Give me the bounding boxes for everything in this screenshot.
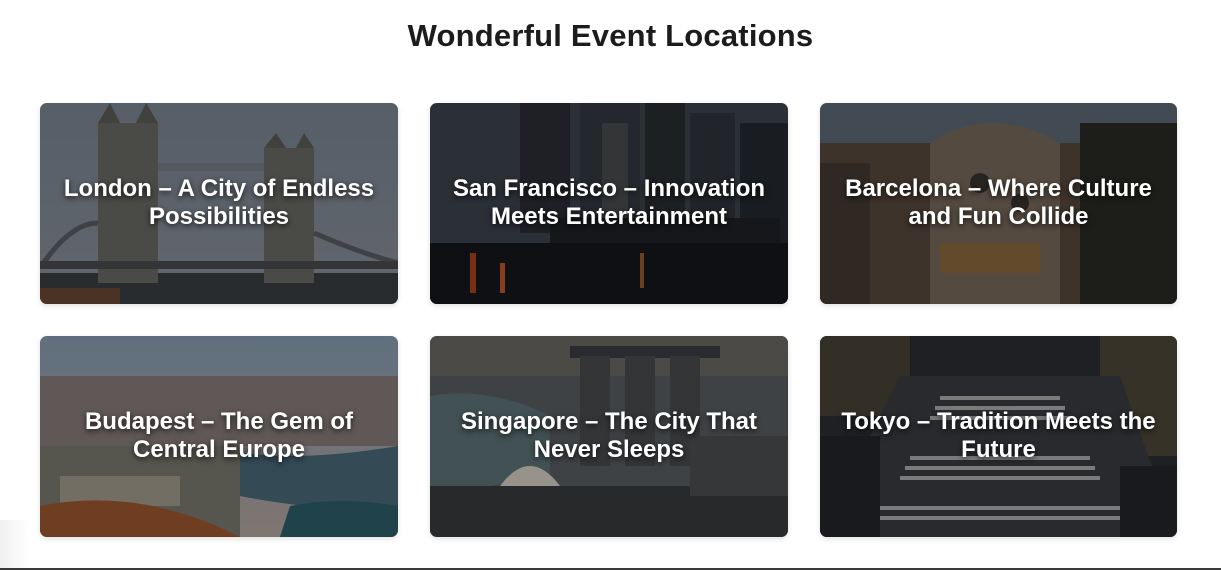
location-card-tokyo[interactable]: Tokyo – Tradition Meets the Future [820,336,1177,537]
location-card-singapore[interactable]: Singapore – The City That Never Sleeps [430,336,788,537]
section-title: Wonderful Event Locations [407,18,814,53]
location-title: Singapore – The City That Never Sleeps [460,408,758,463]
event-locations-page: Wonderful Event Locations London – A Cit… [0,0,1221,570]
location-card-barcelona[interactable]: Barcelona – Where Culture and Fun Collid… [820,103,1177,304]
location-title: Budapest – The Gem of Central Europe [84,408,354,463]
locations-grid: London – A City of Endless Possibilities [40,103,1177,537]
location-card-san-francisco[interactable]: San Francisco – Innovation Meets Enterta… [430,103,788,304]
location-title: London – A City of Endless Possibilities [63,175,375,230]
location-title: Barcelona – Where Culture and Fun Collid… [845,175,1152,230]
scroll-shadow [0,520,30,568]
location-card-london[interactable]: London – A City of Endless Possibilities [40,103,398,304]
location-title: San Francisco – Innovation Meets Enterta… [452,175,766,230]
location-card-budapest[interactable]: Budapest – The Gem of Central Europe [40,336,398,537]
location-title: Tokyo – Tradition Meets the Future [841,408,1156,463]
